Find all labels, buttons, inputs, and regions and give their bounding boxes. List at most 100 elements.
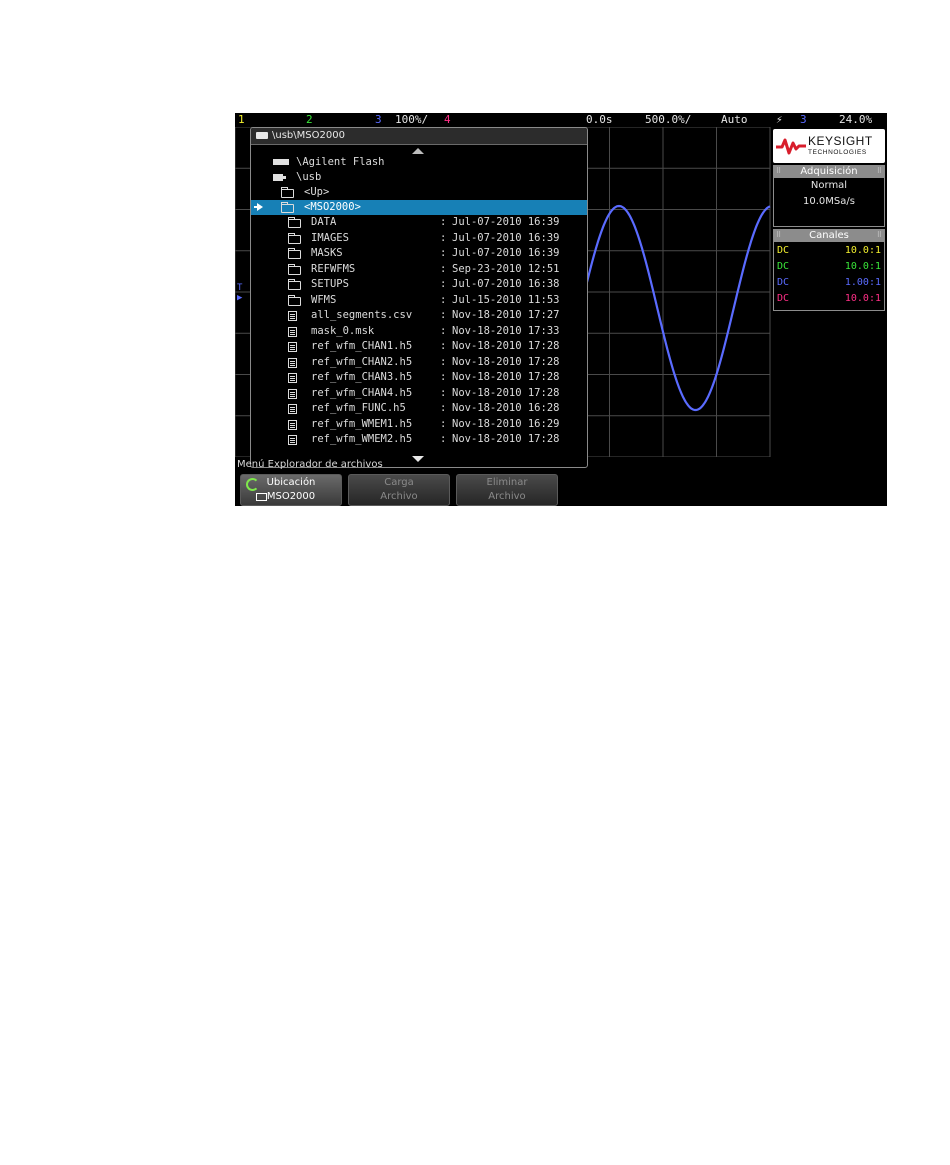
file-name: \Agilent Flash <box>296 156 385 168</box>
channel-row[interactable]: DC 10.0:1 <box>774 243 884 259</box>
file-list-item[interactable]: IMAGES: Jul-07-2010 16:39 <box>251 231 587 246</box>
scroll-down-icon[interactable] <box>412 456 424 462</box>
channel-probe-ratio: 10.0:1 <box>844 293 881 304</box>
file-date: Nov-18-2010 17:28 <box>452 340 560 352</box>
channel-coupling: DC <box>777 293 790 304</box>
softkey-label: Archivo <box>488 491 526 502</box>
keysight-logo: KEYSIGHT TECHNOLOGIES <box>773 129 885 163</box>
file-name: IMAGES <box>311 231 349 244</box>
time-delay: 0.0s <box>586 113 613 126</box>
trigger-level: 24.0% <box>839 113 873 126</box>
file-date: Jul-07-2010 16:39 <box>452 231 560 244</box>
current-path: \usb\MSO2000 <box>272 130 345 141</box>
file-icon <box>288 311 297 321</box>
separator: : <box>440 371 447 383</box>
separator: : <box>440 216 447 228</box>
file-date: Nov-18-2010 16:29 <box>452 417 560 430</box>
file-list-item[interactable]: <Up> <box>251 185 587 200</box>
separator: : <box>440 262 447 275</box>
file-list-item[interactable]: ref_wfm_FUNC.h5: Nov-18-2010 16:28 <box>251 401 587 416</box>
channels-body: DC 10.0:1 DC 10.0:1 DC 1.00:1 DC 10.0:1 <box>773 242 885 311</box>
menu-title: Menú Explorador de archivos <box>237 459 383 470</box>
file-list-item[interactable]: all_segments.csv: Nov-18-2010 17:27 <box>251 308 587 323</box>
file-icon <box>288 388 297 399</box>
acquisition-mode: Normal <box>810 180 848 191</box>
file-list-item[interactable]: DATA: Jul-07-2010 16:39 <box>251 215 587 230</box>
file-name: WFMS <box>311 293 337 306</box>
file-icon <box>288 419 297 430</box>
side-panel: KEYSIGHT TECHNOLOGIES ⠿ Adquisición ⠿ No… <box>773 129 885 312</box>
file-name: DATA <box>311 216 337 228</box>
channels-title: Canales <box>809 230 849 241</box>
separator: : <box>440 231 447 244</box>
file-date: Nov-18-2010 17:27 <box>452 309 560 321</box>
time-scale: 500.0%/ <box>645 113 692 126</box>
file-date: Nov-18-2010 16:28 <box>452 402 560 414</box>
file-name: all_segments.csv <box>311 309 413 321</box>
channels-header[interactable]: ⠿ Canales ⠿ <box>773 229 885 242</box>
channel-4-indicator[interactable]: 4 <box>444 113 451 127</box>
channel-3-scale: 100%/ <box>395 113 429 126</box>
channel-ground-marker: ▶ <box>237 293 243 303</box>
file-name: \usb <box>296 171 322 183</box>
file-icon <box>288 404 297 414</box>
file-name: REFWFMS <box>311 262 356 275</box>
softkey-label: Carga <box>384 477 414 488</box>
file-list-item[interactable]: ref_wfm_WMEM2.h5: Nov-18-2010 17:28 <box>251 432 587 447</box>
folder-icon <box>288 248 301 259</box>
file-list-item[interactable]: ref_wfm_CHAN1.h5: Nov-18-2010 17:28 <box>251 339 587 354</box>
channel-coupling: DC <box>777 261 790 272</box>
file-list-item[interactable]: \Agilent Flash <box>251 155 587 170</box>
status-bar: 1 2 3 100%/ 4 0.0s 500.0%/ Auto ⚡ 3 24.0… <box>235 113 887 127</box>
file-list-item-selected[interactable]: <MSO2000> <box>251 200 587 215</box>
folder-icon <box>288 279 301 290</box>
logo-name: KEYSIGHT <box>808 134 873 148</box>
file-list-item[interactable]: SETUPS: Jul-07-2010 16:38 <box>251 277 587 292</box>
file-list-item[interactable]: mask_0.msk: Nov-18-2010 17:33 <box>251 324 587 339</box>
separator: : <box>440 309 447 321</box>
separator: : <box>440 340 447 352</box>
file-list-item[interactable]: MASKS: Jul-07-2010 16:39 <box>251 246 587 261</box>
file-name: SETUPS <box>311 278 349 290</box>
logo-subtitle: TECHNOLOGIES <box>808 149 867 156</box>
separator: : <box>440 278 447 290</box>
channel-2-indicator[interactable]: 2 <box>306 113 313 127</box>
acquisition-header[interactable]: ⠿ Adquisición ⠿ <box>773 165 885 178</box>
location-softkey[interactable]: Ubicación MSO2000 <box>240 474 342 506</box>
file-list-item[interactable]: REFWFMS: Sep-23-2010 12:51 <box>251 262 587 277</box>
file-date: Nov-18-2010 17:28 <box>452 355 560 368</box>
load-file-softkey[interactable]: Carga Archivo <box>348 474 450 506</box>
file-browser-header: \usb\MSO2000 <box>251 128 587 145</box>
separator: : <box>440 355 447 368</box>
file-icon <box>288 342 297 352</box>
file-list-item[interactable]: ref_wfm_WMEM1.h5: Nov-18-2010 16:29 <box>251 417 587 432</box>
folder-open-icon <box>281 202 294 213</box>
file-icon <box>288 435 297 445</box>
separator: : <box>440 386 447 399</box>
channel-row[interactable]: DC 10.0:1 <box>774 291 884 307</box>
file-name: ref_wfm_WMEM2.h5 <box>311 433 413 445</box>
keysight-wave-icon <box>776 138 806 155</box>
file-list-item[interactable]: ref_wfm_CHAN3.h5: Nov-18-2010 17:28 <box>251 370 587 385</box>
rising-edge-icon: ⚡ <box>776 113 783 126</box>
file-list-item[interactable]: WFMS: Jul-15-2010 11:53 <box>251 293 587 308</box>
channel-1-indicator[interactable]: 1 <box>238 113 245 127</box>
separator: : <box>440 433 447 445</box>
file-date: Nov-18-2010 17:28 <box>452 433 560 445</box>
file-date: Jul-07-2010 16:39 <box>452 216 560 228</box>
separator: : <box>440 324 447 337</box>
channel-row[interactable]: DC 10.0:1 <box>774 259 884 275</box>
file-list-item[interactable]: ref_wfm_CHAN2.h5: Nov-18-2010 17:28 <box>251 355 587 370</box>
channel-row[interactable]: DC 1.00:1 <box>774 275 884 291</box>
trigger-mode: Auto <box>721 113 748 126</box>
file-list-item[interactable]: \usb <box>251 170 587 185</box>
channel-probe-ratio: 10.0:1 <box>844 261 881 272</box>
channel-3-indicator[interactable]: 3 <box>375 113 382 127</box>
file-name: ref_wfm_CHAN4.h5 <box>311 386 413 399</box>
softkey-label: Ubicación <box>266 477 316 488</box>
file-list-item[interactable]: ref_wfm_CHAN4.h5: Nov-18-2010 17:28 <box>251 386 587 401</box>
file-date: Sep-23-2010 12:51 <box>452 262 560 275</box>
folder-icon <box>288 294 301 306</box>
delete-file-softkey[interactable]: Eliminar Archivo <box>456 474 558 506</box>
scroll-up-icon[interactable] <box>412 148 424 154</box>
